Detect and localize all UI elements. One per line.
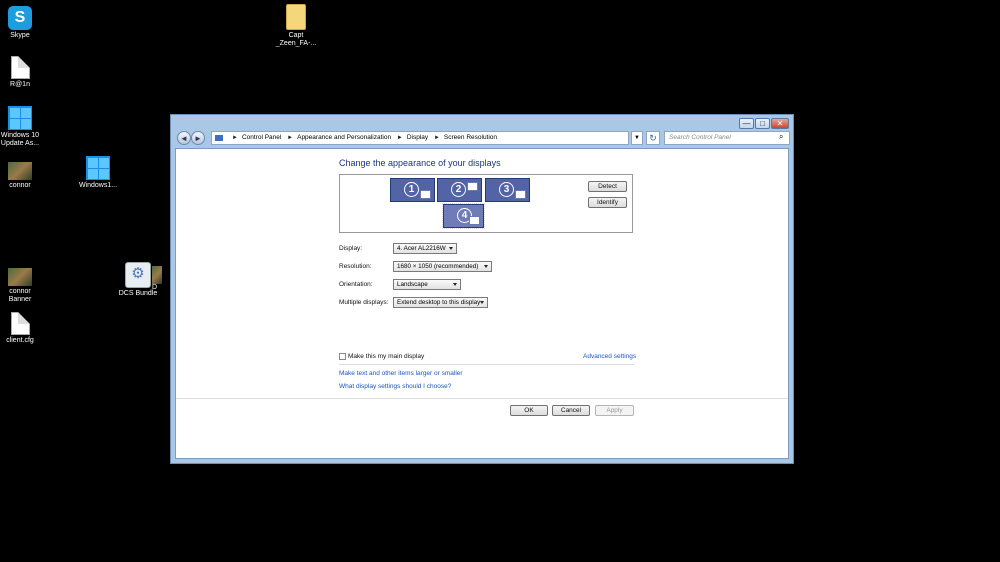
divider	[176, 398, 788, 399]
orientation-select[interactable]: Landscape	[393, 279, 461, 290]
document-icon	[10, 56, 30, 79]
maximize-button[interactable]: □	[755, 118, 770, 129]
document-icon	[10, 312, 30, 335]
windows-logo-icon	[86, 156, 110, 180]
image-file-icon	[8, 268, 32, 286]
desktop-icon-connor[interactable]: connor	[0, 158, 50, 190]
apply-button[interactable]: Apply	[595, 405, 634, 416]
desktop-icon-windows1[interactable]: Windows1...	[68, 156, 128, 190]
breadcrumb-display[interactable]: Display	[407, 134, 428, 141]
back-button[interactable]: ◄	[177, 131, 191, 145]
orientation-label: Orientation:	[339, 281, 373, 288]
chevron-right-icon: ►	[287, 135, 294, 141]
chevron-down-icon	[480, 301, 484, 304]
detect-button[interactable]: Detect	[588, 181, 627, 192]
screen-resolution-window: — □ ✕ ◄ ► ► Control Panel ► Appearance and…	[170, 114, 794, 464]
monitor-1[interactable]: 1	[390, 178, 435, 202]
desktop-icon-client-cfg[interactable]: client.cfg	[0, 312, 50, 345]
skype-icon: S	[8, 6, 32, 30]
title-bar[interactable]: — □ ✕	[171, 115, 793, 129]
search-icon: ⌕	[779, 132, 784, 141]
breadcrumb-screen-resolution[interactable]: Screen Resolution	[444, 134, 497, 141]
image-file-icon	[8, 162, 32, 180]
address-bar[interactable]: ► Control Panel ► Appearance and Personali…	[211, 131, 629, 145]
identify-button[interactable]: Identify	[588, 197, 627, 208]
desktop-icon-capt-folder[interactable]: Capt _Zeen_FA-...	[266, 4, 326, 48]
search-input[interactable]: Search Control Panel	[664, 131, 790, 145]
image-file-icon	[152, 266, 162, 284]
display-help-link[interactable]: What display settings should I choose?	[339, 383, 451, 390]
main-display-label: Make this my main display	[348, 353, 425, 360]
page-title: Change the appearance of your displays	[339, 158, 501, 168]
monitor-arrangement: 1 2 3 4 Detect Identify	[339, 174, 633, 233]
cancel-button[interactable]: Cancel	[552, 405, 590, 416]
monitor-4[interactable]: 4	[442, 203, 485, 229]
desktop-icon-d[interactable]: D	[152, 262, 172, 292]
multiple-displays-select[interactable]: Extend desktop to this display	[393, 297, 488, 308]
breadcrumb-control-panel[interactable]: Control Panel	[242, 134, 281, 141]
control-panel-icon	[215, 135, 223, 141]
monitor-2[interactable]: 2	[437, 178, 482, 202]
chevron-right-icon: ►	[232, 135, 238, 141]
advanced-settings-link[interactable]: Advanced settings	[583, 353, 636, 360]
chevron-right-icon: ►	[433, 135, 440, 141]
breadcrumb-appearance[interactable]: Appearance and Personalization	[297, 134, 391, 141]
close-button[interactable]: ✕	[771, 118, 789, 129]
refresh-button[interactable]: ↻	[646, 131, 660, 145]
folder-icon	[286, 4, 306, 30]
desktop-icon-skype[interactable]: S Skype	[0, 6, 50, 40]
display-label: Display:	[339, 245, 363, 252]
chevron-down-icon	[453, 283, 457, 286]
resolution-select[interactable]: 1680 × 1050 (recommended)	[393, 261, 492, 272]
content-pane: Change the appearance of your displays 1…	[175, 148, 789, 459]
multiple-displays-label: Multiple displays:	[339, 299, 389, 306]
chevron-down-icon	[449, 247, 453, 250]
address-dropdown-icon[interactable]: ▼	[631, 131, 643, 145]
forward-button[interactable]: ►	[191, 131, 205, 145]
minimize-button[interactable]: —	[739, 118, 754, 129]
settings-file-icon: ⚙	[125, 262, 151, 288]
chevron-right-icon: ►	[396, 135, 403, 141]
text-size-link[interactable]: Make text and other items larger or smal…	[339, 370, 463, 377]
navigation-bar: ◄ ► ► Control Panel ► Appearance and Perso…	[175, 130, 790, 148]
divider	[339, 364, 634, 365]
monitor-3[interactable]: 3	[485, 178, 530, 202]
desktop-icon-windows10-update[interactable]: Windows 10 Update As...	[0, 106, 50, 148]
display-select[interactable]: 4. Acer AL2216W	[393, 243, 457, 254]
ok-button[interactable]: OK	[510, 405, 548, 416]
desktop-icon-r1n[interactable]: R@1n	[0, 56, 50, 89]
windows-logo-icon	[8, 106, 32, 130]
resolution-label: Resolution:	[339, 263, 372, 270]
desktop-icon-connor-banner[interactable]: connor Banner	[0, 264, 50, 304]
chevron-down-icon	[484, 265, 488, 268]
main-display-checkbox[interactable]	[339, 353, 346, 360]
